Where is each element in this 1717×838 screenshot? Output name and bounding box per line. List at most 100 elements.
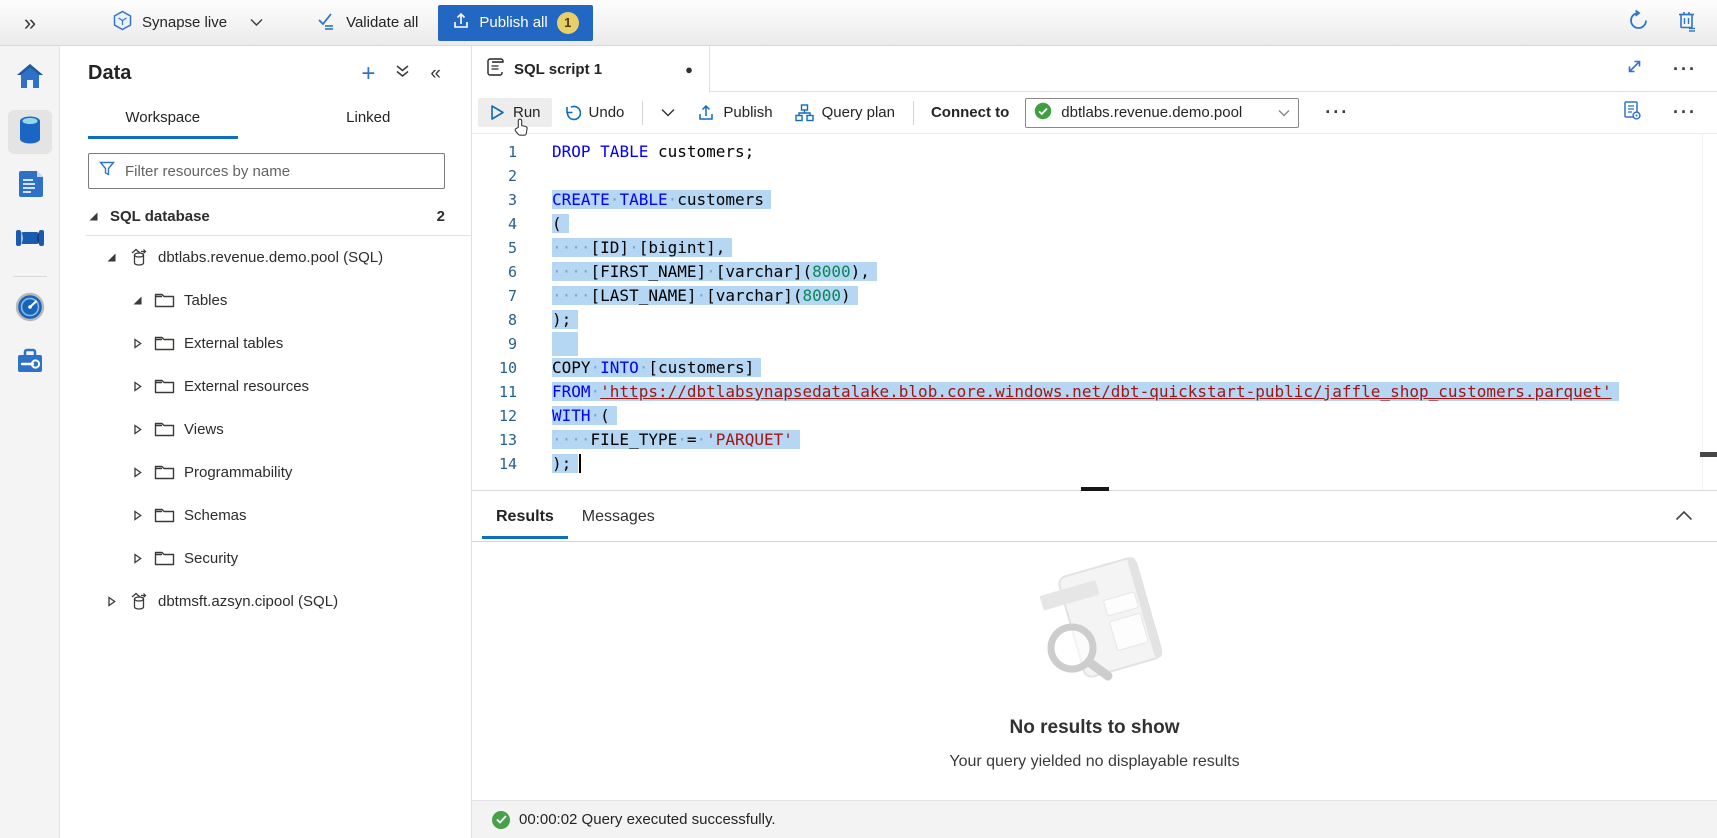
- tree-item-tables[interactable]: Tables: [60, 279, 471, 322]
- pool-status-ok-icon: [1034, 102, 1052, 124]
- code-line-6[interactable]: 6 ····[FIRST_NAME]·[varchar](8000),: [472, 260, 1717, 284]
- code-line-2[interactable]: 2: [472, 164, 1717, 188]
- refresh-icon[interactable]: [1627, 9, 1650, 37]
- environment-label: Synapse live: [142, 14, 227, 31]
- tab-more-actions-icon[interactable]: ···: [1673, 59, 1697, 80]
- rail-item-monitor[interactable]: [8, 287, 52, 331]
- home-icon: [15, 62, 45, 95]
- rail-item-develop[interactable]: [8, 164, 52, 208]
- tree-item-dbtmsft-azsyn-cipool[interactable]: dbtmsft.azsyn.cipool (SQL): [60, 580, 471, 623]
- code-line-8[interactable]: 8);: [472, 308, 1717, 332]
- integrate-icon: [14, 225, 46, 256]
- code-line-1[interactable]: 1DROP TABLE customers;: [472, 140, 1717, 164]
- folder-icon: [154, 464, 184, 481]
- tree-item-label: dbtmsft.azsyn.cipool (SQL): [158, 593, 338, 610]
- connect-pool-dropdown[interactable]: dbtlabs.revenue.demo.pool: [1025, 98, 1299, 128]
- tab-messages[interactable]: Messages: [568, 506, 669, 536]
- line-number: 8: [472, 308, 517, 332]
- folder-icon: [154, 378, 184, 395]
- monitor-icon: [15, 292, 45, 327]
- expand-menu-icon[interactable]: »: [0, 10, 60, 36]
- collapse-all-icon[interactable]: [395, 64, 410, 83]
- code-line-9[interactable]: 9: [472, 332, 1717, 356]
- code-line-13[interactable]: 13····FILE_TYPE·=·'PARQUET': [472, 428, 1717, 452]
- query-plan-button[interactable]: Query plan: [784, 98, 906, 128]
- success-check-icon: [492, 811, 510, 829]
- tab-linked[interactable]: Linked: [266, 101, 472, 139]
- environment-selector[interactable]: Synapse live: [98, 5, 277, 41]
- tree-item-views[interactable]: Views: [60, 408, 471, 451]
- selection-highlight: ····[FIRST_NAME]·[varchar](8000),: [552, 262, 877, 281]
- undo-redo-dropdown-icon[interactable]: [650, 102, 686, 123]
- code-line-5[interactable]: 5····[ID]·[bigint],: [472, 236, 1717, 260]
- collapsed-expander-icon[interactable]: [132, 381, 154, 392]
- tree-item-external-resources[interactable]: External resources: [60, 365, 471, 408]
- collapsed-expander-icon[interactable]: [132, 553, 154, 564]
- add-resource-icon[interactable]: +: [361, 64, 375, 84]
- unsaved-changes-dot: ●: [685, 62, 693, 77]
- collapsed-expander-icon[interactable]: [106, 596, 128, 607]
- splitter-handle[interactable]: [1081, 487, 1109, 491]
- tree-item-external-tables[interactable]: External tables: [60, 322, 471, 365]
- tree-item-schemas[interactable]: Schemas: [60, 494, 471, 537]
- code-line-11[interactable]: 11FROM·'https://dbtlabsynapsedatalake.bl…: [472, 380, 1717, 404]
- discard-all-icon[interactable]: [1676, 9, 1699, 37]
- tree-item-label: SQL database: [110, 208, 210, 225]
- undo-button[interactable]: Undo: [552, 98, 636, 127]
- selection-highlight: COPY·INTO·[customers]: [552, 358, 761, 377]
- expanded-expander-icon[interactable]: [132, 295, 154, 306]
- collapse-panel-icon[interactable]: «: [430, 63, 441, 85]
- tree-item-count: 2: [437, 208, 471, 225]
- filter-resources-input-box[interactable]: [88, 153, 445, 189]
- manage-icon: [15, 347, 45, 380]
- publish-button[interactable]: Publish: [686, 98, 783, 128]
- expanded-expander-icon[interactable]: [88, 211, 110, 222]
- line-number: 6: [472, 260, 517, 284]
- selection-highlight: (: [552, 214, 569, 233]
- tree-item-security[interactable]: Security: [60, 537, 471, 580]
- query-plan-label: Query plan: [822, 104, 895, 121]
- code-line-3[interactable]: 3CREATE·TABLE·customers: [472, 188, 1717, 212]
- tree-item-programmability[interactable]: Programmability: [60, 451, 471, 494]
- publish-count-badge: 1: [557, 12, 579, 34]
- tab-results[interactable]: Results: [482, 506, 568, 539]
- validate-all-button[interactable]: Validate all: [303, 5, 432, 41]
- line-number: 9: [472, 332, 517, 356]
- collapsed-expander-icon[interactable]: [132, 467, 154, 478]
- tab-sql-script-1[interactable]: SQL script 1 ●: [472, 46, 710, 93]
- sql-code-editor[interactable]: 1DROP TABLE customers;23CREATE·TABLE·cus…: [472, 134, 1717, 490]
- connect-to-label: Connect to: [931, 104, 1009, 121]
- code-line-7[interactable]: 7····[LAST_NAME]·[varchar](8000): [472, 284, 1717, 308]
- synapse-logo-icon: [112, 10, 133, 35]
- code-line-12[interactable]: 12WITH·(: [472, 404, 1717, 428]
- editor-more-icon[interactable]: ···: [1673, 102, 1697, 123]
- rail-item-data[interactable]: [8, 110, 52, 154]
- undo-label: Undo: [589, 104, 625, 121]
- line-number: 10: [472, 356, 517, 380]
- rail-item-manage[interactable]: [8, 341, 52, 385]
- rail-item-integrate[interactable]: [8, 218, 52, 262]
- tab-title: SQL script 1: [514, 61, 602, 78]
- publish-all-button[interactable]: Publish all 1: [438, 5, 592, 41]
- tab-workspace[interactable]: Workspace: [60, 101, 266, 139]
- code-line-14[interactable]: 14);: [472, 452, 1717, 476]
- collapse-results-icon[interactable]: [1675, 508, 1693, 526]
- selection-highlight: ····[ID]·[bigint],: [552, 238, 732, 257]
- rail-item-home[interactable]: [8, 56, 52, 100]
- properties-icon[interactable]: [1621, 99, 1643, 126]
- tree-item-dbtlabs-revenue-demo-pool[interactable]: dbtlabs.revenue.demo.pool (SQL): [60, 236, 471, 279]
- collapsed-expander-icon[interactable]: [132, 338, 154, 349]
- line-number: 1: [472, 140, 517, 164]
- collapsed-expander-icon[interactable]: [132, 510, 154, 521]
- validate-check-icon: [317, 12, 337, 34]
- code-line-10[interactable]: 10 COPY·INTO·[customers]: [472, 356, 1717, 380]
- selection-highlight: CREATE·TABLE·customers: [552, 190, 771, 209]
- toolbar-more-icon[interactable]: ···: [1325, 102, 1349, 123]
- code-line-4[interactable]: 4(: [472, 212, 1717, 236]
- collapsed-expander-icon[interactable]: [132, 424, 154, 435]
- expanded-expander-icon[interactable]: [106, 252, 128, 263]
- scrollbar-thumb[interactable]: [1700, 452, 1717, 457]
- tree-item-sql-database[interactable]: SQL database 2: [60, 197, 471, 235]
- expand-editor-icon[interactable]: [1626, 58, 1643, 80]
- filter-resources-input[interactable]: [125, 163, 434, 180]
